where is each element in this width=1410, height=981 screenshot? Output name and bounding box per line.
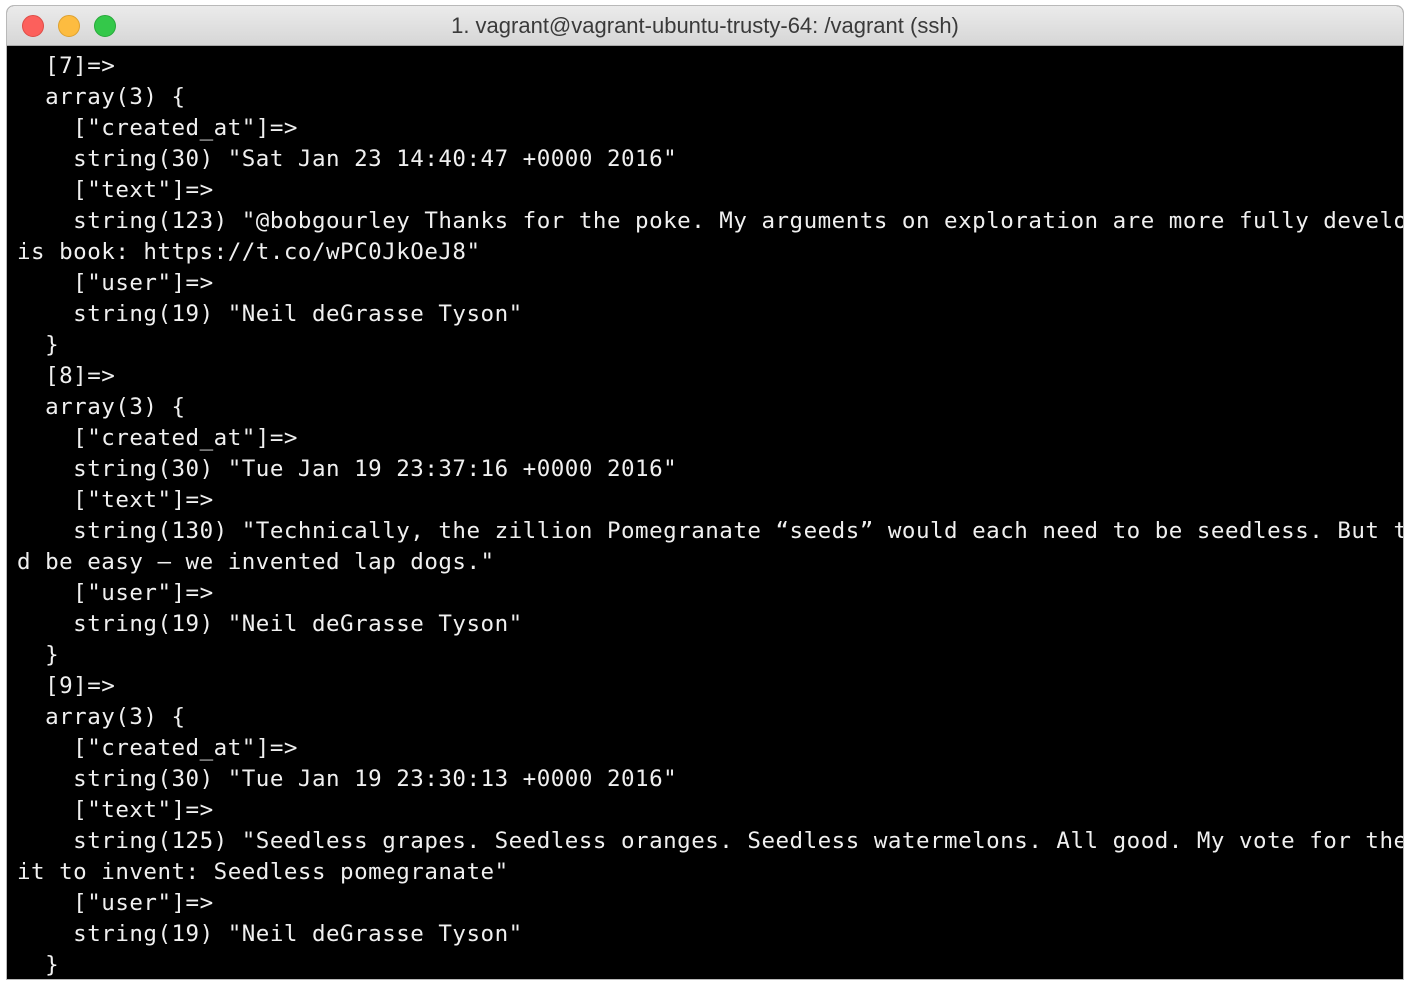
terminal-window: 1. vagrant@vagrant-ubuntu-trusty-64: /va… — [7, 6, 1403, 979]
terminal-line: string(19) "Neil deGrasse Tyson" — [17, 301, 523, 327]
terminal-line: [7]=> — [17, 53, 116, 79]
terminal-line: string(19) "Neil deGrasse Tyson" — [17, 611, 523, 637]
terminal-line: string(30) "Sat Jan 23 14:40:47 +0000 20… — [17, 146, 678, 172]
terminal-line: ["created_at"]=> — [17, 425, 298, 451]
terminal-line: ["text"]=> — [17, 177, 214, 203]
terminal-output[interactable]: [7]=> array(3) { ["created_at"]=> string… — [7, 46, 1403, 979]
terminal-line: ["text"]=> — [17, 797, 214, 823]
terminal-line: is book: https://t.co/wPC0JkOeJ8" — [17, 239, 481, 265]
terminal-line: string(30) "Tue Jan 19 23:37:16 +0000 20… — [17, 456, 678, 482]
terminal-line: array(3) { — [17, 394, 186, 420]
terminal-line: d be easy – we invented lap dogs." — [17, 549, 495, 575]
terminal-line: it to invent: Seedless pomegranate" — [17, 859, 509, 885]
terminal-line: string(123) "@bobgourley Thanks for the … — [17, 208, 1403, 234]
terminal-line: array(3) { — [17, 84, 186, 110]
terminal-line: ["text"]=> — [17, 487, 214, 513]
terminal-line: string(125) "Seedless grapes. Seedless o… — [17, 828, 1403, 854]
title-bar[interactable]: 1. vagrant@vagrant-ubuntu-trusty-64: /va… — [7, 6, 1403, 46]
window-title: 1. vagrant@vagrant-ubuntu-trusty-64: /va… — [451, 13, 959, 38]
terminal-line: ["user"]=> — [17, 580, 214, 606]
terminal-line: [9]=> — [17, 673, 116, 699]
terminal-line: } — [17, 332, 60, 358]
terminal-line: string(130) "Technically, the zillion Po… — [17, 518, 1403, 544]
terminal-line: ["user"]=> — [17, 270, 214, 296]
terminal-line: string(19) "Neil deGrasse Tyson" — [17, 921, 523, 947]
terminal-line: ["created_at"]=> — [17, 115, 298, 141]
terminal-line: [8]=> — [17, 363, 116, 389]
terminal-line: string(30) "Tue Jan 19 23:30:13 +0000 20… — [17, 766, 678, 792]
terminal-line: ["user"]=> — [17, 890, 214, 916]
terminal-line: array(3) { — [17, 704, 186, 730]
terminal-line: } — [17, 952, 60, 978]
terminal-line: } — [17, 642, 60, 668]
terminal-line: ["created_at"]=> — [17, 735, 298, 761]
